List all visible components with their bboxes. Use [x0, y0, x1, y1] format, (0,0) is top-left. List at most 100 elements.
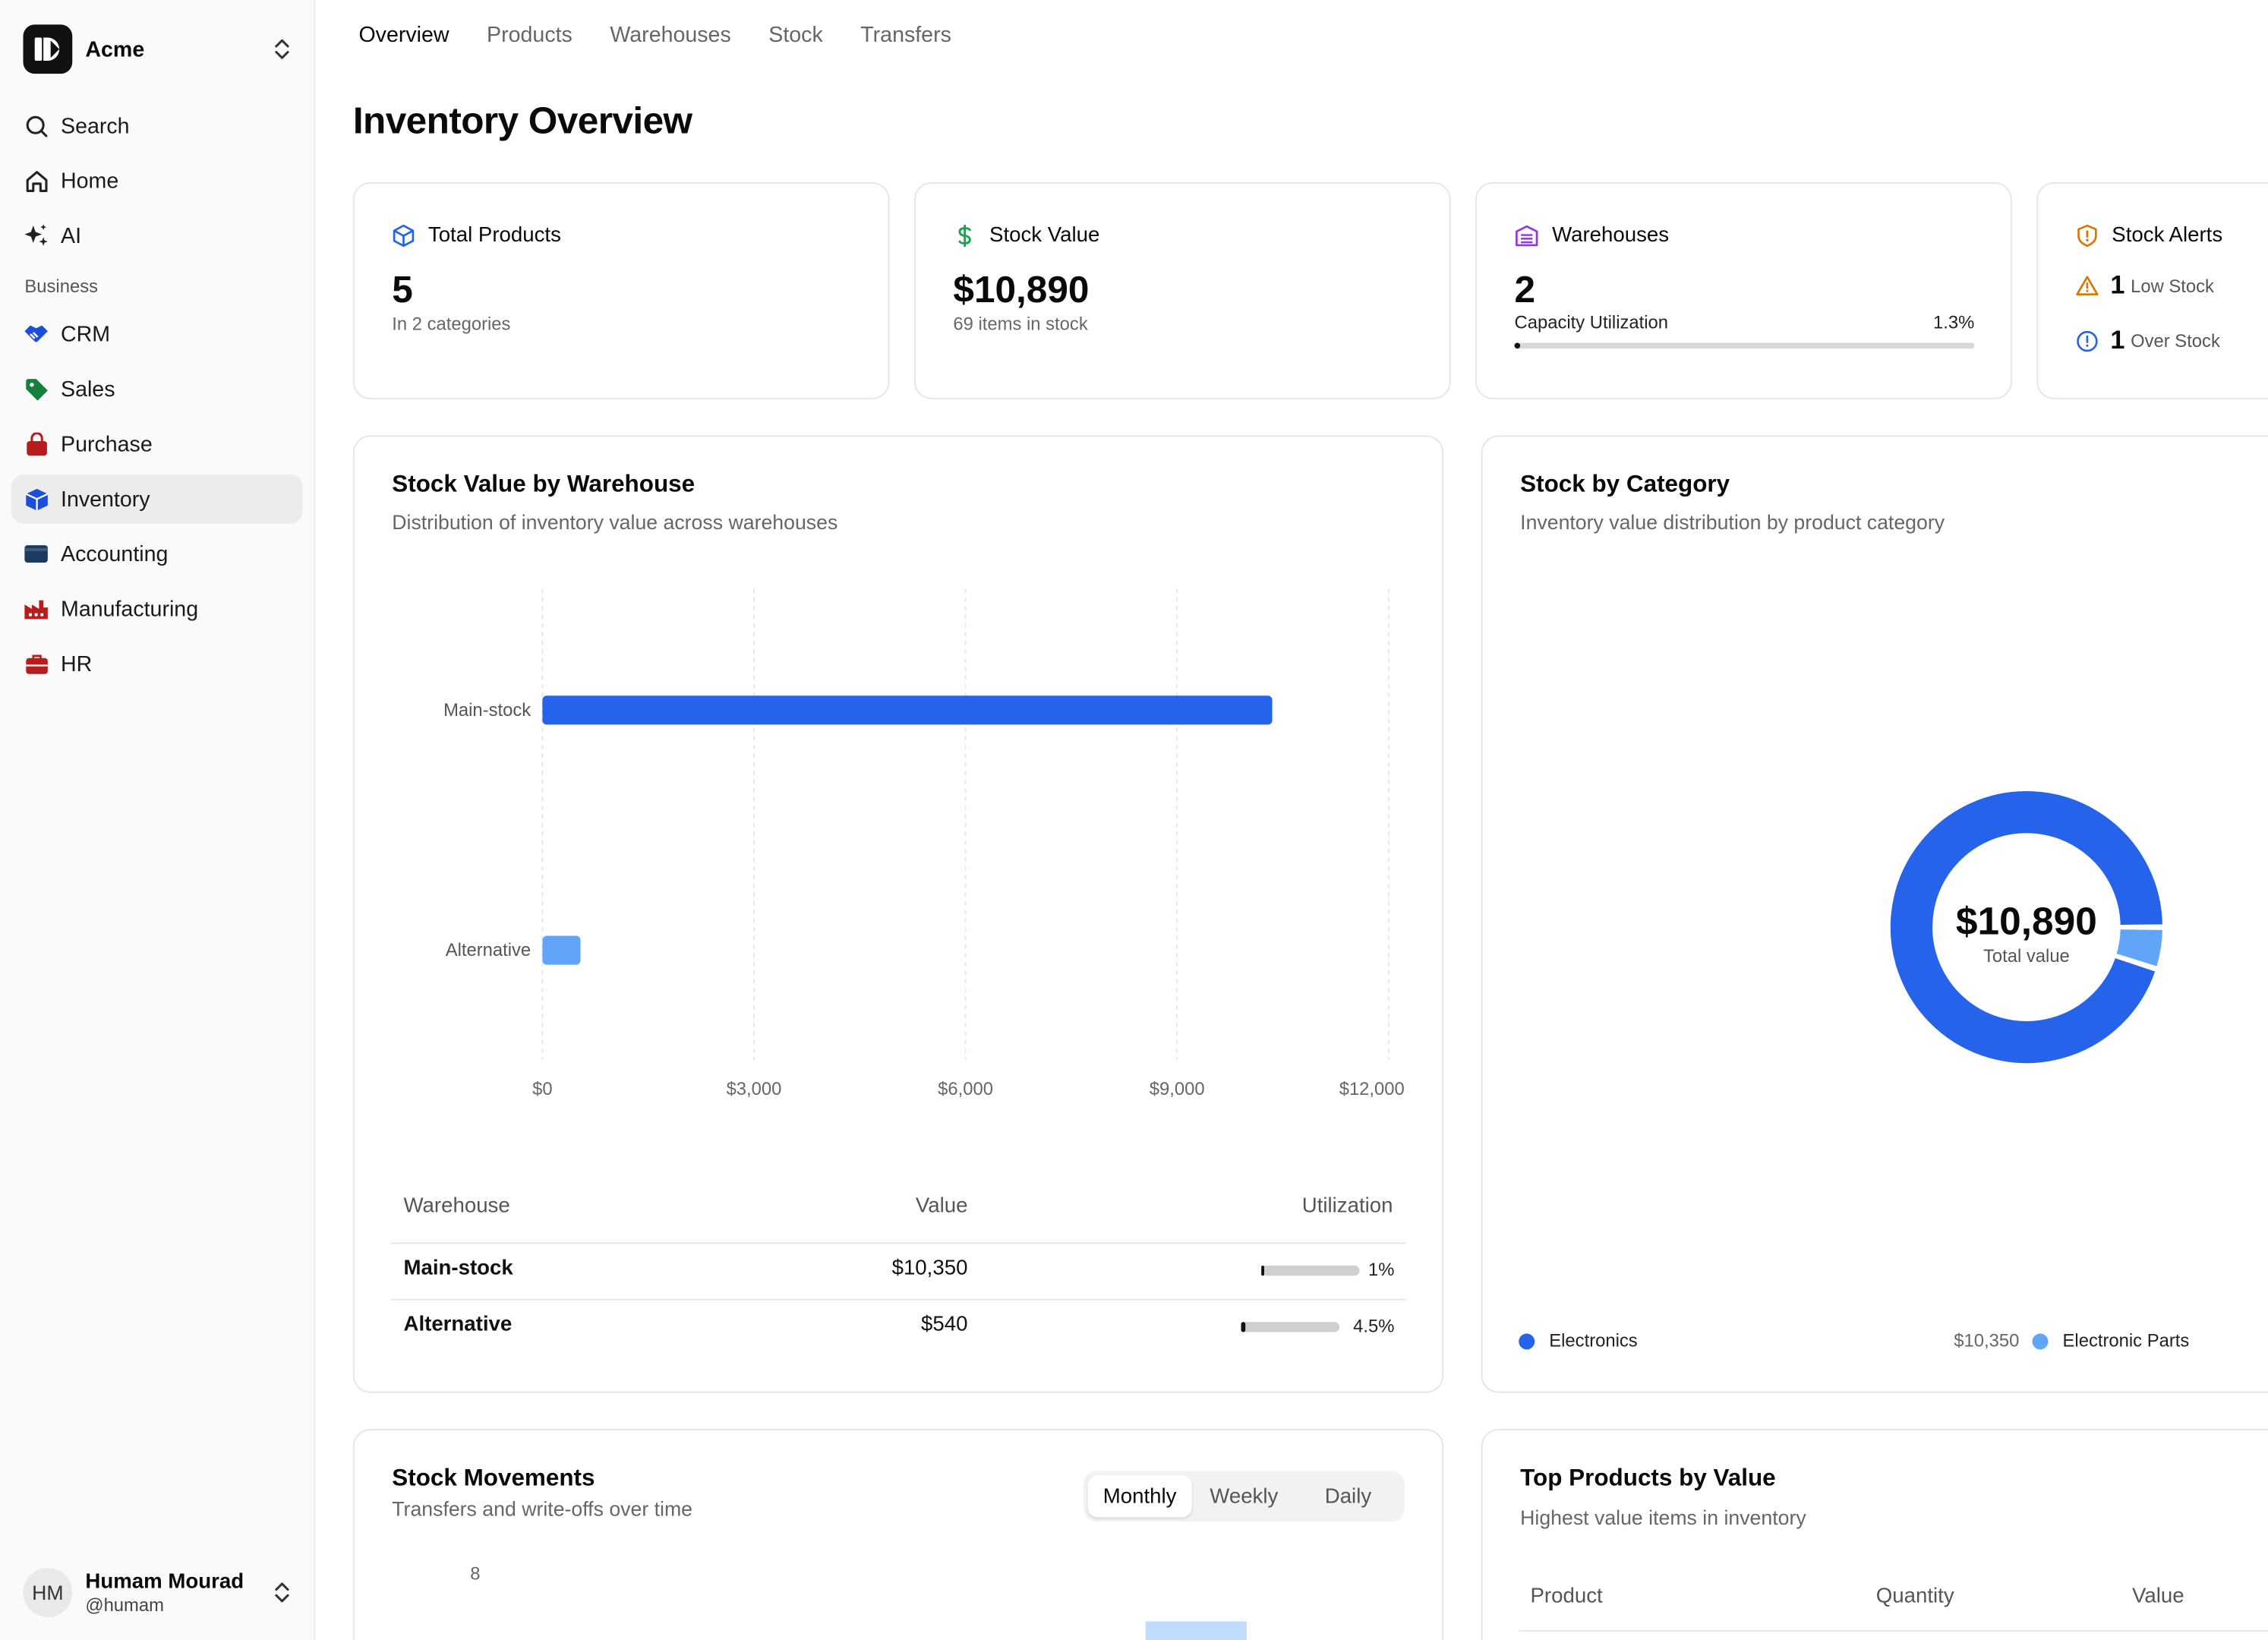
sidebar-nav: Search Home AI Business CRM Sales Purcha… [11, 101, 303, 694]
capacity-value: 1.3% [1933, 312, 1975, 333]
handshake-icon [23, 321, 49, 347]
shield-alert-icon [2077, 224, 2097, 248]
home-icon [23, 168, 49, 194]
card-title: Stock Movements [392, 1465, 595, 1492]
utilization-fill [1261, 1265, 1264, 1276]
tag-icon [23, 376, 49, 402]
app-root: Acme Search Home AI Business CRM Sales P… [0, 0, 2268, 1640]
top-tabs: Overview Products Warehouses Stock Trans… [358, 23, 951, 47]
tab-overview[interactable]: Overview [358, 23, 449, 47]
kpi-total-products: Total Products 5 In 2 categories [352, 182, 890, 399]
table-divider [390, 1242, 1406, 1244]
x-tick-label: $9,000 [1150, 1079, 1205, 1099]
page-title: Inventory Overview [352, 98, 692, 142]
card-subtitle: Highest value items in inventory [1520, 1506, 1806, 1529]
search-icon [23, 113, 49, 139]
tab-products[interactable]: Products [487, 23, 573, 47]
user-handle: @humam [85, 1594, 164, 1615]
sidebar-item-manufacturing[interactable]: Manufacturing [11, 585, 302, 634]
user-menu[interactable]: HM Humam Mourad @humam [23, 1565, 292, 1620]
card-title: Stock by Category [1520, 472, 1730, 498]
alert-label: Over Stock [2131, 330, 2220, 351]
sidebar-item-label: Accounting [61, 541, 169, 566]
sidebar-item-crm[interactable]: CRM [11, 310, 302, 359]
sidebar-item-inventory[interactable]: Inventory [11, 474, 303, 524]
avatar: HM [23, 1568, 73, 1617]
alert-over-stock[interactable]: 1 Over Stock [2076, 326, 2220, 356]
kpi-value: $10,890 [953, 267, 1090, 311]
period-monthly-button[interactable]: Monthly [1087, 1475, 1192, 1518]
alert-label: Low Stock [2131, 275, 2214, 296]
period-daily-button[interactable]: Daily [1296, 1475, 1400, 1517]
period-weekly-button[interactable]: Weekly [1192, 1475, 1296, 1517]
legend-item-electronics: Electronics [1519, 1330, 1638, 1351]
utilization-percent: 4.5% [1353, 1316, 1395, 1337]
tab-warehouses[interactable]: Warehouses [610, 23, 730, 47]
legend-label: Electronic Parts [2062, 1330, 2190, 1351]
bar-alternative[interactable] [542, 935, 581, 965]
y-category-label: Alternative [446, 940, 531, 960]
sidebar-item-home[interactable]: Home [11, 156, 302, 206]
card-title: Top Products by Value [1520, 1465, 1776, 1492]
sidebar-item-purchase[interactable]: Purchase [11, 419, 302, 468]
warning-triangle-icon [2076, 276, 2099, 296]
sidebar-item-ai[interactable]: AI [11, 211, 302, 260]
card-title: Stock Value by Warehouse [392, 472, 696, 498]
bar-main-stock[interactable] [542, 695, 1273, 725]
alert-count: 1 [2110, 270, 2125, 300]
tab-transfers[interactable]: Transfers [860, 23, 951, 47]
sidebar-item-hr[interactable]: HR [11, 639, 302, 689]
x-tick-label: $12,000 [1339, 1079, 1405, 1099]
chevron-up-down-icon [275, 1582, 289, 1603]
sidebar-item-label: AI [61, 223, 82, 248]
legend-label: Electronics [1549, 1330, 1638, 1351]
capacity-progress-bar [1514, 342, 1975, 349]
org-name: Acme [85, 36, 145, 62]
kpi-stock-alerts: Stock Alerts 1 Low Stock 1 Over Stock [2036, 182, 2268, 399]
kpi-label: Stock Alerts [2112, 224, 2223, 248]
alert-low-stock[interactable]: 1 Low Stock [2076, 270, 2214, 301]
donut-center-value: $10,890 [1955, 899, 2097, 944]
wallet-icon [23, 541, 49, 566]
sidebar-item-label: Inventory [61, 487, 150, 512]
kpi-subtitle: 69 items in stock [953, 314, 1088, 335]
warehouse-bar-chart: $0 $3,000 $6,000 $9,000 $12,000 Main-stock Alt… [443, 588, 1405, 1099]
kpi-header: Stock Alerts [2076, 224, 2223, 248]
utilization-fill [1241, 1322, 1246, 1332]
sparkles-icon [23, 222, 49, 248]
table-divider [1519, 1629, 2268, 1632]
donut-center-label: Total value [1983, 945, 2070, 967]
tab-stock[interactable]: Stock [768, 23, 822, 47]
sidebar-item-label: CRM [61, 321, 111, 347]
sidebar-item-sales[interactable]: Sales [11, 364, 302, 414]
kpi-header: Stock Value [953, 224, 1100, 248]
chevron-up-down-icon [275, 39, 289, 59]
kpi-value: 5 [392, 267, 413, 311]
factory-icon [23, 596, 49, 622]
y-axis-tick: 8 [470, 1563, 481, 1584]
user-name: Humam Mourad [85, 1569, 244, 1594]
sidebar-item-search[interactable]: Search [11, 101, 302, 150]
legend-value: $10,350 [1954, 1330, 2020, 1351]
period-toggle: Monthly Weekly Daily [1083, 1471, 1405, 1522]
row-warehouse-value: $540 [920, 1313, 968, 1337]
row-warehouse-name: Alternative [403, 1313, 513, 1337]
legend-item-electronic-parts: Electronic Parts [2032, 1330, 2190, 1351]
package-icon [393, 224, 415, 248]
org-logo [23, 24, 73, 74]
sidebar-item-label: Purchase [61, 431, 153, 457]
kpi-label: Stock Value [989, 224, 1100, 248]
table-header-value: Value [915, 1194, 968, 1219]
warehouse-icon [1516, 225, 1538, 247]
table-header-utilization: Utilization [1301, 1194, 1393, 1219]
sidebar-item-label: HR [61, 651, 93, 676]
sidebar-item-accounting[interactable]: Accounting [11, 529, 302, 579]
y-category-label: Main-stock [443, 700, 531, 721]
x-tick-label: $3,000 [727, 1079, 782, 1099]
briefcase-icon [23, 651, 49, 676]
sidebar-section-business: Business [24, 276, 99, 297]
row-warehouse-value: $10,350 [891, 1257, 968, 1280]
shopping-bag-icon [23, 431, 49, 457]
kpi-subtitle: In 2 categories [392, 314, 511, 335]
org-switcher[interactable]: Acme [23, 23, 292, 75]
